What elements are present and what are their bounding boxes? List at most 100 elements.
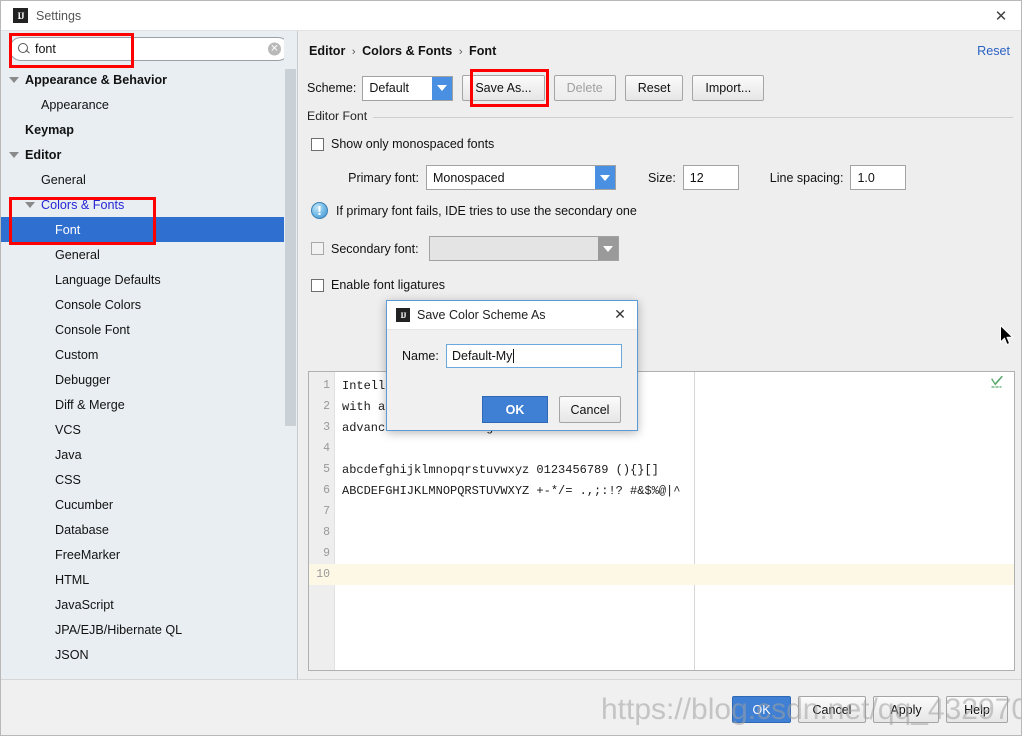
- dialog-name-label: Name:: [402, 349, 439, 363]
- sidebar-item-custom[interactable]: Custom: [1, 342, 288, 367]
- line-spacing-label: Line spacing:: [769, 170, 844, 185]
- line-number: 9: [323, 547, 330, 560]
- preview-code-line: 5 abcdefghijklmnopqrstuvwxyz 0123456789 (…: [309, 459, 1014, 480]
- clear-search-icon[interactable]: ✕: [268, 42, 281, 56]
- editor-font-group: Editor Font Show only monospaced fonts P…: [307, 109, 1013, 317]
- sidebar-item-jpa-ejb-hibernate-ql[interactable]: JPA/EJB/Hibernate QL: [1, 617, 288, 642]
- preview-code-line: 7: [309, 501, 1014, 522]
- chevron-down-icon[interactable]: [9, 149, 20, 160]
- sidebar-item-freemarker[interactable]: FreeMarker: [1, 542, 288, 567]
- sidebar-item-font[interactable]: Font: [1, 217, 288, 242]
- apply-button[interactable]: Apply: [873, 696, 939, 723]
- line-number: 4: [323, 442, 330, 455]
- sidebar-item-debugger[interactable]: Debugger: [1, 367, 288, 392]
- sidebar-item-label: Language Defaults: [55, 272, 161, 287]
- settings-window: IJ Settings ✕ font ✕ Appearance & Behavi…: [0, 0, 1022, 736]
- preview-code-line: 8: [309, 522, 1014, 543]
- settings-tree: Appearance & Behavior Appearance Keymap Edi…: [1, 67, 288, 679]
- size-input[interactable]: 12: [682, 165, 739, 190]
- sidebar-item-label: Cucumber: [55, 497, 114, 512]
- show-only-monospaced-row[interactable]: Show only monospaced fonts: [311, 137, 494, 151]
- sidebar-scrollbar-thumb[interactable]: [285, 69, 296, 426]
- primary-font-hint-row: ! If primary font fails, IDE tries to us…: [311, 202, 637, 219]
- sidebar-item-label: Appearance: [41, 97, 109, 112]
- sidebar-item-editor[interactable]: Editor: [1, 142, 288, 167]
- preview-code-line: 9: [309, 543, 1014, 564]
- dialog-ok-button[interactable]: OK: [482, 396, 548, 423]
- intellij-logo-icon: IJ: [13, 8, 28, 23]
- dialog-name-input[interactable]: Default-My: [446, 344, 622, 368]
- sidebar-item-vcs[interactable]: VCS: [1, 417, 288, 442]
- sidebar-item-keymap[interactable]: Keymap: [1, 117, 288, 142]
- reset-scheme-button[interactable]: Reset: [624, 75, 684, 101]
- dialog-close-icon[interactable]: ✕: [609, 301, 631, 329]
- search-input[interactable]: font ✕: [9, 37, 290, 61]
- breadcrumb-part-0: Editor: [309, 44, 346, 58]
- sidebar-item-javascript[interactable]: JavaScript: [1, 592, 288, 617]
- save-color-scheme-dialog: IJ Save Color Scheme As ✕ Name: Default-…: [386, 300, 638, 431]
- line-spacing-input[interactable]: 1.0: [850, 165, 907, 190]
- show-only-monospaced-checkbox[interactable]: [311, 137, 324, 151]
- sidebar-item-label: VCS: [55, 422, 81, 437]
- font-ligatures-checkbox[interactable]: [311, 278, 324, 292]
- group-divider: [307, 117, 1013, 118]
- sidebar-item-label: Database: [55, 522, 109, 537]
- primary-font-dropdown[interactable]: Monospaced: [426, 165, 616, 190]
- font-ligatures-row[interactable]: Enable font ligatures: [311, 278, 445, 292]
- chevron-down-icon: [595, 166, 615, 189]
- sidebar-item-appearance-behavior[interactable]: Appearance & Behavior: [1, 67, 288, 92]
- sidebar-item-css[interactable]: CSS: [1, 467, 288, 492]
- sidebar-item-label: Custom: [55, 347, 99, 362]
- reset-link[interactable]: Reset: [977, 44, 1010, 58]
- line-text: ABCDEFGHIJKLMNOPQRSTUVWXYZ +-*/= .,;:!? …: [342, 483, 681, 498]
- sidebar-item-general[interactable]: General: [1, 167, 288, 192]
- sidebar-item-label: General: [55, 247, 100, 262]
- sidebar-item-database[interactable]: Database: [1, 517, 288, 542]
- sidebar-item-html[interactable]: HTML: [1, 567, 288, 592]
- import-button[interactable]: Import...: [692, 75, 765, 101]
- preview-code-line: 10: [309, 564, 1014, 585]
- font-ligatures-label: Enable font ligatures: [331, 278, 445, 292]
- chevron-down-icon[interactable]: [9, 74, 20, 85]
- primary-font-label: Primary font:: [348, 170, 419, 185]
- secondary-font-label: Secondary font:: [331, 241, 419, 256]
- sidebar-item-language-defaults[interactable]: Language Defaults: [1, 267, 288, 292]
- sidebar-item-label: Console Font: [55, 322, 130, 337]
- search-input-value: font: [35, 42, 56, 56]
- delete-button: Delete: [553, 75, 616, 101]
- sidebar-item-label: Keymap: [25, 122, 74, 137]
- sidebar-item-label: FreeMarker: [55, 547, 121, 562]
- sidebar-item-cucumber[interactable]: Cucumber: [1, 492, 288, 517]
- help-button[interactable]: Help: [946, 696, 1008, 723]
- cancel-button[interactable]: Cancel: [798, 696, 866, 723]
- sidebar-item-label: HTML: [55, 572, 90, 587]
- save-as-button[interactable]: Save As...: [462, 75, 545, 101]
- secondary-font-checkbox[interactable]: [311, 242, 324, 255]
- sidebar-item-console-colors[interactable]: Console Colors: [1, 292, 288, 317]
- sidebar-item-java[interactable]: Java: [1, 442, 288, 467]
- dialog-cancel-button[interactable]: Cancel: [559, 396, 621, 423]
- scheme-toolbar: Scheme: Default Save As... Delete Reset …: [307, 75, 765, 101]
- sidebar-item-label: Colors & Fonts: [41, 197, 125, 212]
- breadcrumb-separator: ›: [351, 46, 356, 58]
- window-title: Settings: [36, 8, 82, 23]
- dialog-button-bar: OK Cancel Apply Help: [1, 679, 1021, 735]
- scheme-dropdown[interactable]: Default: [362, 75, 454, 101]
- breadcrumb-separator: ›: [458, 46, 463, 58]
- primary-font-value: Monospaced: [433, 170, 505, 185]
- ok-button[interactable]: OK: [732, 696, 791, 723]
- sidebar-scrollbar-track[interactable]: [284, 31, 297, 679]
- sidebar-item-general[interactable]: General: [1, 242, 288, 267]
- sidebar-item-console-font[interactable]: Console Font: [1, 317, 288, 342]
- secondary-font-row[interactable]: Secondary font:: [311, 236, 619, 261]
- breadcrumb-part-1: Colors & Fonts: [362, 44, 453, 58]
- chevron-down-icon[interactable]: [25, 199, 36, 210]
- search-field-wrapper: font ✕: [9, 37, 290, 61]
- sidebar-item-json[interactable]: JSON: [1, 642, 288, 667]
- close-icon[interactable]: ✕: [979, 1, 1021, 30]
- sidebar-item-label: Editor: [25, 147, 62, 162]
- sidebar-item-colors-fonts[interactable]: Colors & Fonts: [1, 192, 288, 217]
- sidebar-item-label: Font: [55, 222, 81, 237]
- sidebar-item-diff-merge[interactable]: Diff & Merge: [1, 392, 288, 417]
- sidebar-item-appearance[interactable]: Appearance: [1, 92, 288, 117]
